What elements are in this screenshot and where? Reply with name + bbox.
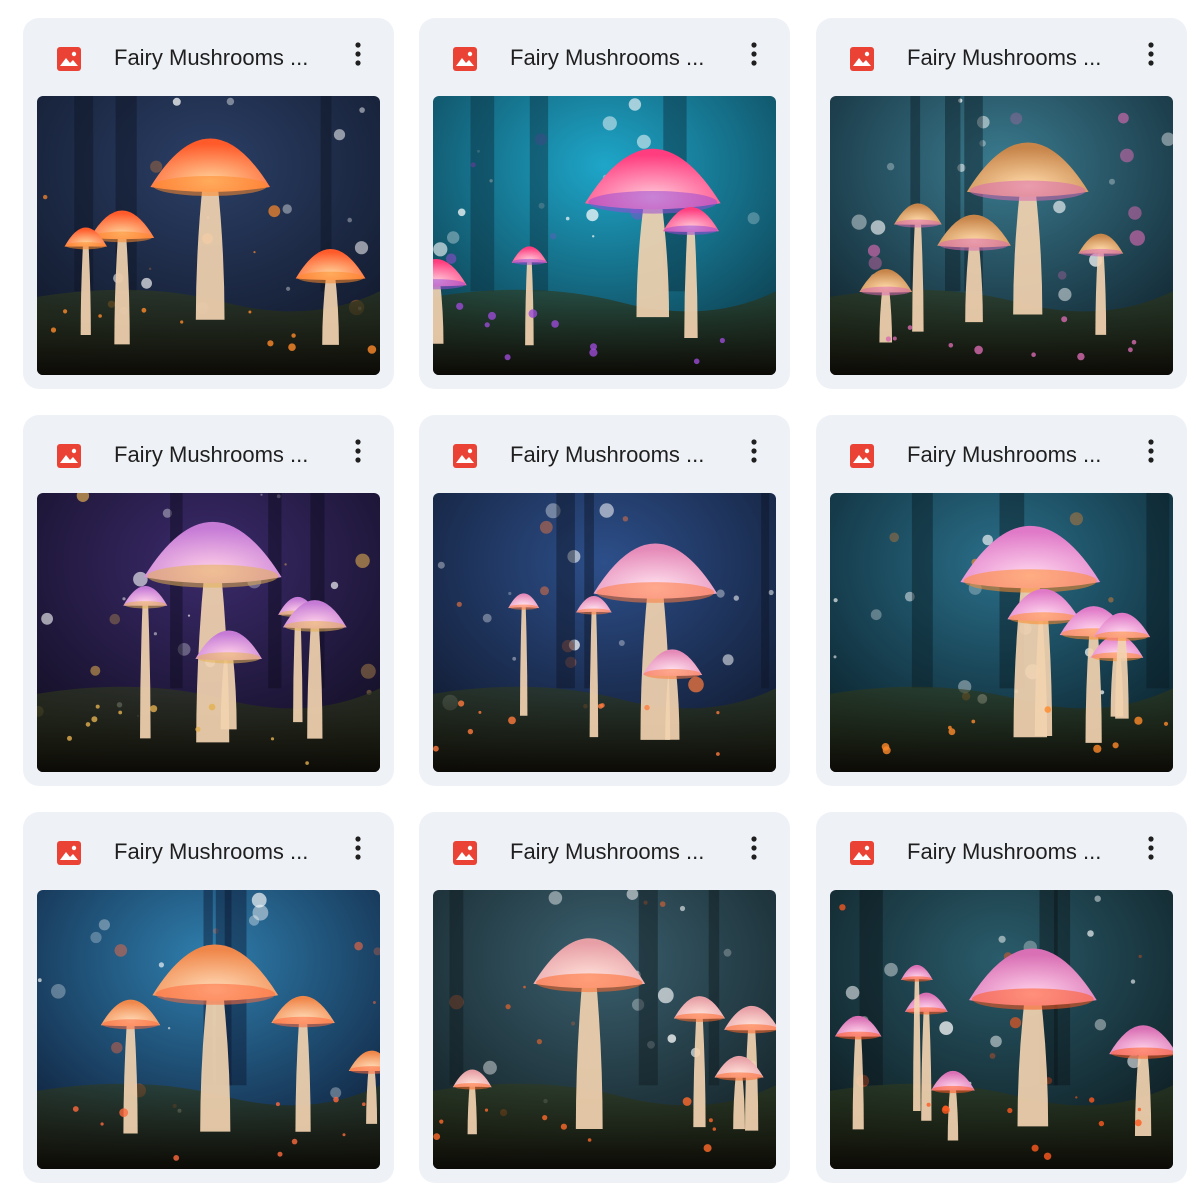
image-thumbnail[interactable]: [433, 890, 776, 1169]
more-actions-button[interactable]: [344, 438, 372, 470]
more-vert-icon: [1148, 439, 1154, 463]
image-file-icon: [452, 840, 478, 866]
file-card[interactable]: Fairy Mushrooms ...: [419, 812, 790, 1183]
file-card-header: Fairy Mushrooms ...: [419, 415, 790, 493]
more-actions-button[interactable]: [1137, 835, 1165, 867]
file-name[interactable]: Fairy Mushrooms ...: [114, 838, 324, 866]
image-file-icon: [452, 46, 478, 72]
more-vert-icon: [1148, 42, 1154, 66]
file-card-header: Fairy Mushrooms ...: [23, 812, 394, 890]
file-card[interactable]: Fairy Mushrooms ...: [23, 812, 394, 1183]
file-card[interactable]: Fairy Mushrooms ...: [816, 415, 1187, 786]
image-file-icon: [56, 840, 82, 866]
file-name[interactable]: Fairy Mushrooms ...: [907, 838, 1117, 866]
file-card-header: Fairy Mushrooms ...: [23, 415, 394, 493]
more-vert-icon: [355, 439, 361, 463]
image-thumbnail[interactable]: [37, 493, 380, 772]
image-file-icon: [849, 840, 875, 866]
image-thumbnail[interactable]: [433, 96, 776, 375]
file-name[interactable]: Fairy Mushrooms ...: [510, 838, 720, 866]
file-grid: Fairy Mushrooms ... Fairy Mushrooms ... Fa…: [0, 0, 1198, 1190]
file-card[interactable]: Fairy Mushrooms ...: [23, 415, 394, 786]
more-actions-button[interactable]: [1137, 438, 1165, 470]
more-actions-button[interactable]: [740, 438, 768, 470]
more-actions-button[interactable]: [740, 835, 768, 867]
file-name[interactable]: Fairy Mushrooms ...: [114, 441, 324, 469]
file-name[interactable]: Fairy Mushrooms ...: [510, 44, 720, 72]
image-thumbnail[interactable]: [433, 493, 776, 772]
more-actions-button[interactable]: [740, 41, 768, 73]
file-card[interactable]: Fairy Mushrooms ...: [419, 18, 790, 389]
more-vert-icon: [751, 836, 757, 860]
more-actions-button[interactable]: [1137, 41, 1165, 73]
more-vert-icon: [751, 42, 757, 66]
image-thumbnail[interactable]: [830, 493, 1173, 772]
image-file-icon: [452, 443, 478, 469]
file-card-header: Fairy Mushrooms ...: [23, 18, 394, 96]
image-file-icon: [56, 443, 82, 469]
image-thumbnail[interactable]: [37, 890, 380, 1169]
file-name[interactable]: Fairy Mushrooms ...: [114, 44, 324, 72]
file-card-header: Fairy Mushrooms ...: [419, 812, 790, 890]
file-name[interactable]: Fairy Mushrooms ...: [907, 44, 1117, 72]
more-vert-icon: [751, 439, 757, 463]
file-card[interactable]: Fairy Mushrooms ...: [816, 18, 1187, 389]
file-card[interactable]: Fairy Mushrooms ...: [816, 812, 1187, 1183]
file-card-header: Fairy Mushrooms ...: [816, 812, 1187, 890]
image-thumbnail[interactable]: [37, 96, 380, 375]
more-actions-button[interactable]: [344, 41, 372, 73]
file-name[interactable]: Fairy Mushrooms ...: [907, 441, 1117, 469]
more-vert-icon: [355, 42, 361, 66]
file-card[interactable]: Fairy Mushrooms ...: [23, 18, 394, 389]
file-card-header: Fairy Mushrooms ...: [816, 415, 1187, 493]
more-actions-button[interactable]: [344, 835, 372, 867]
file-card[interactable]: Fairy Mushrooms ...: [419, 415, 790, 786]
image-thumbnail[interactable]: [830, 890, 1173, 1169]
file-name[interactable]: Fairy Mushrooms ...: [510, 441, 720, 469]
more-vert-icon: [1148, 836, 1154, 860]
more-vert-icon: [355, 836, 361, 860]
image-file-icon: [56, 46, 82, 72]
image-thumbnail[interactable]: [830, 96, 1173, 375]
file-card-header: Fairy Mushrooms ...: [419, 18, 790, 96]
image-file-icon: [849, 443, 875, 469]
file-card-header: Fairy Mushrooms ...: [816, 18, 1187, 96]
image-file-icon: [849, 46, 875, 72]
